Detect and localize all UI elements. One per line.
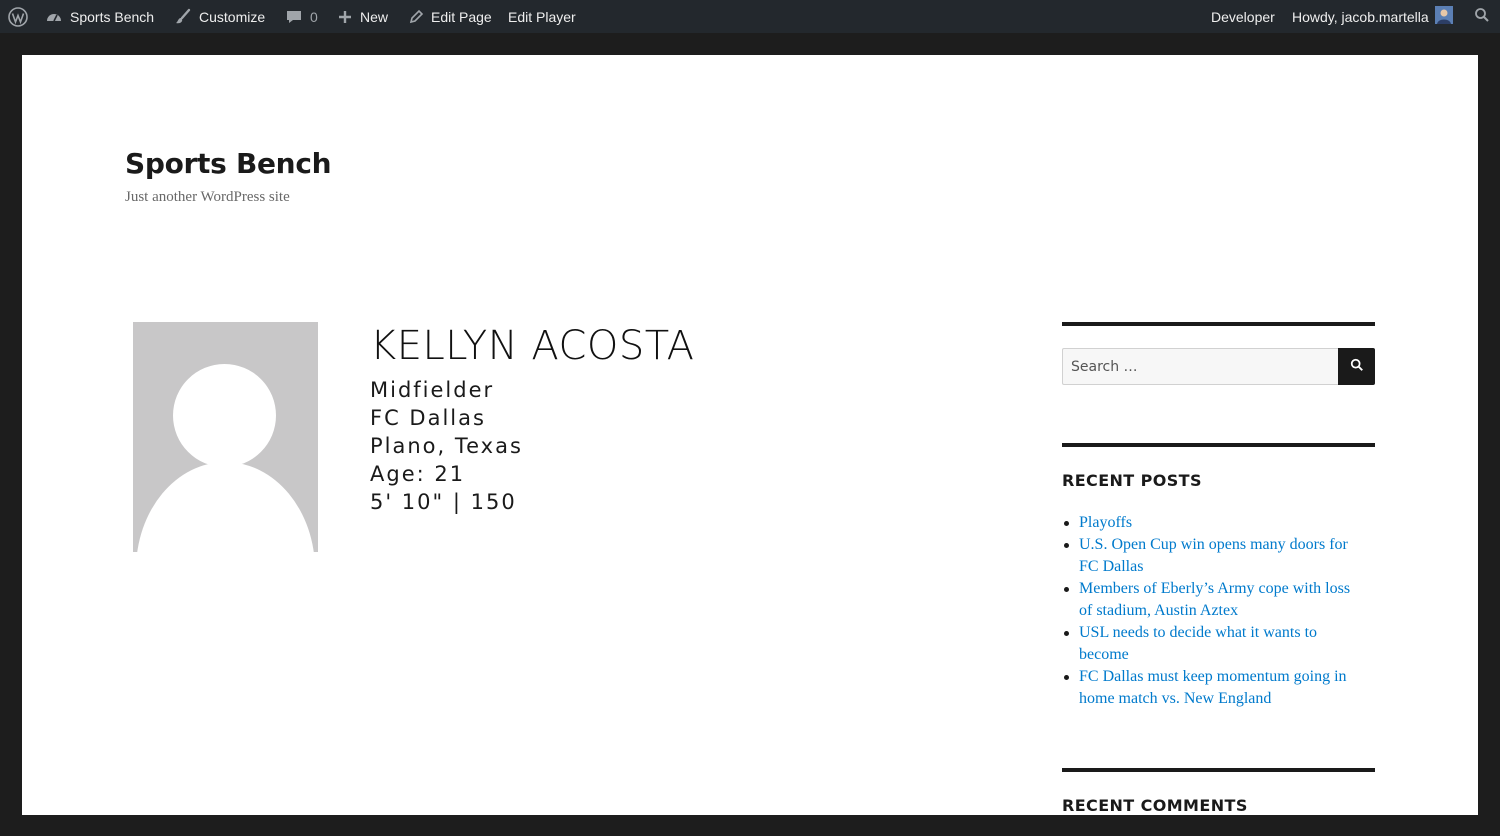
- site-name-label: Sports Bench: [70, 8, 155, 25]
- recent-post-link[interactable]: Members of Eberly’s Army cope with loss o…: [1079, 580, 1350, 619]
- list-item: Members of Eberly’s Army cope with loss o…: [1064, 578, 1379, 622]
- widget-divider: [1062, 443, 1375, 447]
- player-height-weight: 5' 10" | 150: [370, 490, 517, 514]
- comments-count: 0: [310, 8, 318, 25]
- comment-bubble-icon: [285, 8, 303, 26]
- customize-link[interactable]: Customize: [174, 0, 265, 33]
- widget-divider: [1062, 768, 1375, 772]
- search-icon: [1350, 358, 1364, 375]
- wordpress-logo-menu[interactable]: [8, 0, 35, 33]
- edit-player-link[interactable]: Edit Player: [508, 0, 576, 33]
- recent-post-link[interactable]: U.S. Open Cup win opens many doors for FC…: [1079, 536, 1348, 575]
- new-label: New: [360, 8, 389, 25]
- search-icon: [1474, 7, 1490, 26]
- recent-posts-title: RECENT POSTS: [1062, 471, 1202, 490]
- customize-label: Customize: [199, 8, 266, 25]
- site-title[interactable]: Sports Bench: [125, 147, 332, 180]
- page-content: Sports Bench Just another WordPress site…: [22, 55, 1478, 815]
- search-submit-button[interactable]: [1338, 348, 1375, 385]
- list-item: USL needs to decide what it wants to beco…: [1064, 622, 1379, 666]
- player-photo-placeholder: [133, 322, 318, 552]
- edit-page-label: Edit Page: [431, 8, 492, 25]
- developer-label: Developer: [1211, 8, 1275, 25]
- search-input[interactable]: [1062, 348, 1338, 385]
- widget-divider: [1062, 322, 1375, 326]
- player-name: KELLYN ACOSTA: [370, 323, 695, 369]
- admin-bar: Sports Bench Customize 0 New Edit Page E…: [0, 0, 1500, 33]
- recent-post-link[interactable]: USL needs to decide what it wants to beco…: [1079, 624, 1317, 663]
- site-description: Just another WordPress site: [125, 189, 290, 205]
- paintbrush-icon: [174, 8, 192, 26]
- player-hometown: Plano, Texas: [370, 434, 523, 458]
- avatar: [1434, 6, 1453, 27]
- list-item: Playoffs: [1064, 512, 1379, 534]
- edit-page-link[interactable]: Edit Page: [408, 0, 492, 33]
- recent-comments-title: RECENT COMMENTS: [1062, 796, 1248, 815]
- edit-player-label: Edit Player: [508, 8, 576, 25]
- new-content-menu[interactable]: New: [337, 0, 388, 33]
- player-team: FC Dallas: [370, 406, 486, 430]
- player-age: Age: 21: [370, 462, 466, 486]
- player-position: Midfielder: [370, 378, 495, 402]
- comments-link[interactable]: 0: [285, 0, 318, 33]
- dashboard-icon: [45, 8, 63, 26]
- site-name-menu[interactable]: Sports Bench: [45, 0, 154, 33]
- avatar-body-shape: [136, 462, 315, 552]
- developer-menu[interactable]: Developer: [1211, 0, 1275, 33]
- recent-posts-list: Playoffs U.S. Open Cup win opens many do…: [1064, 512, 1379, 710]
- pencil-icon: [408, 9, 424, 25]
- plus-icon: [337, 9, 353, 25]
- recent-post-link[interactable]: FC Dallas must keep momentum going in hom…: [1079, 668, 1347, 707]
- recent-post-link[interactable]: Playoffs: [1079, 514, 1132, 531]
- admin-search-button[interactable]: [1474, 0, 1490, 33]
- my-account-menu[interactable]: Howdy, jacob.martella: [1292, 0, 1453, 33]
- list-item: U.S. Open Cup win opens many doors for FC…: [1064, 534, 1379, 578]
- avatar-head-shape: [173, 364, 276, 467]
- howdy-label: Howdy, jacob.martella: [1292, 8, 1429, 25]
- list-item: FC Dallas must keep momentum going in hom…: [1064, 666, 1379, 710]
- wordpress-icon: [8, 6, 28, 27]
- search-form: [1062, 348, 1375, 385]
